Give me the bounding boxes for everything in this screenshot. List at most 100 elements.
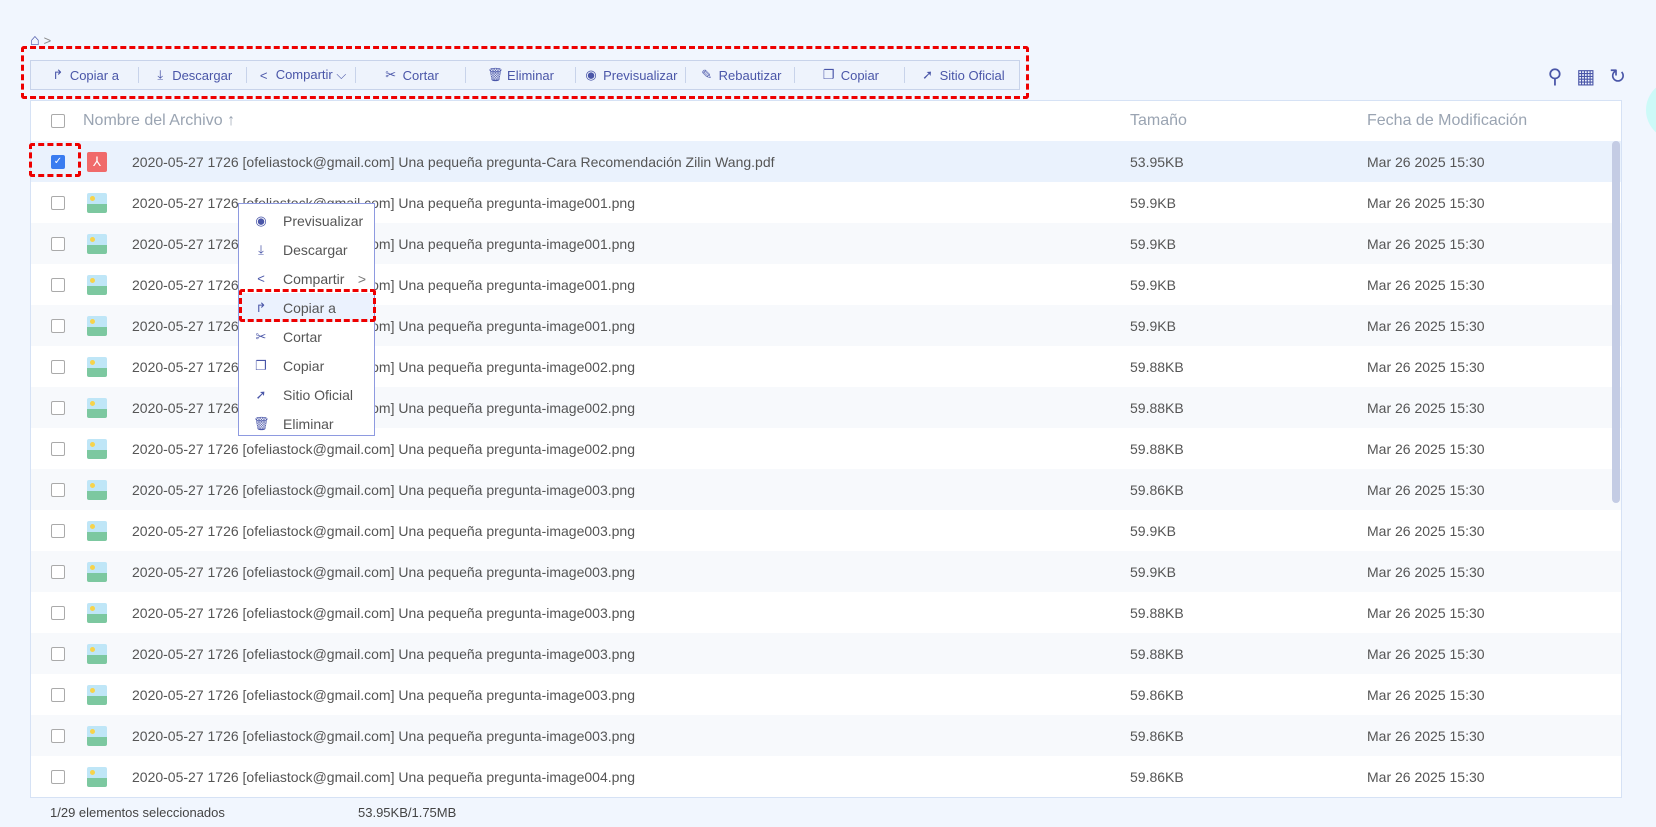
file-size: 59.86KB: [1130, 768, 1184, 785]
grid-view-icon[interactable]: ▦: [1576, 64, 1595, 89]
file-name: 2020-05-27 1726 [ofeliastock@gmail.com] …: [132, 235, 635, 252]
toolbar-highlight: [21, 46, 1029, 99]
menu-icon: ✂: [255, 328, 267, 344]
column-size[interactable]: Tamaño: [1130, 112, 1187, 130]
image-file-icon: [87, 315, 107, 336]
file-date: Mar 26 2025 15:30: [1367, 481, 1485, 498]
row-checkbox[interactable]: [51, 687, 65, 702]
file-date: Mar 26 2025 15:30: [1367, 276, 1485, 293]
row-checkbox[interactable]: [51, 236, 65, 251]
image-file-icon: [87, 602, 107, 623]
selection-status: 1/29 elementos seleccionados: [50, 805, 225, 820]
file-date: Mar 26 2025 15:30: [1367, 399, 1485, 416]
image-file-icon: [87, 643, 107, 664]
file-date: Mar 26 2025 15:30: [1367, 358, 1485, 375]
file-date: Mar 26 2025 15:30: [1367, 686, 1485, 703]
file-date: Mar 26 2025 15:30: [1367, 645, 1485, 662]
file-date: Mar 26 2025 15:30: [1367, 727, 1485, 744]
row-checkbox[interactable]: [51, 318, 65, 333]
table-row[interactable]: 2020-05-27 1726 [ofeliastock@gmail.com] …: [31, 592, 1621, 633]
table-row[interactable]: 2020-05-27 1726 [ofeliastock@gmail.com] …: [31, 510, 1621, 551]
file-date: Mar 26 2025 15:30: [1367, 153, 1485, 170]
file-name: 2020-05-27 1726 [ofeliastock@gmail.com] …: [132, 194, 635, 211]
row-checkbox[interactable]: [51, 195, 65, 210]
file-size: 59.88KB: [1130, 358, 1184, 375]
file-size: 59.88KB: [1130, 604, 1184, 621]
file-date: Mar 26 2025 15:30: [1367, 522, 1485, 539]
row-checkbox[interactable]: [51, 482, 65, 497]
search-icon[interactable]: ⚲: [1548, 64, 1563, 89]
menu-item[interactable]: ✂ Cortar: [239, 322, 374, 351]
menu-label: Descargar: [283, 241, 348, 258]
row-checkbox[interactable]: [51, 441, 65, 456]
image-file-icon: [87, 725, 107, 746]
table-row[interactable]: 2020-05-27 1726 [ofeliastock@gmail.com] …: [31, 674, 1621, 715]
column-name[interactable]: Nombre del Archivo ↑: [83, 112, 235, 130]
size-status: 53.95KB/1.75MB: [358, 805, 457, 820]
refresh-icon[interactable]: ↻: [1609, 64, 1626, 89]
table-row[interactable]: 2020-05-27 1726 [ofeliastock@gmail.com] …: [31, 469, 1621, 510]
image-file-icon: [87, 356, 107, 377]
file-size: 59.9KB: [1130, 522, 1176, 539]
file-date: Mar 26 2025 15:30: [1367, 768, 1485, 785]
row-checkbox[interactable]: [51, 564, 65, 579]
menu-icon: ⤓: [258, 241, 264, 257]
table-header: Nombre del Archivo ↑ Tamaño Fecha de Mod…: [31, 101, 1621, 141]
row-checkbox[interactable]: [51, 277, 65, 292]
view-tools: ⚲ ▦ ↻: [1548, 64, 1626, 89]
table-row[interactable]: 2020-05-27 1726 [ofeliastock@gmail.com] …: [31, 551, 1621, 592]
menu-label: Sitio Oficial: [283, 386, 354, 403]
image-file-icon: [87, 520, 107, 541]
menu-item[interactable]: ◉ Previsualizar: [239, 206, 374, 235]
row-checkbox[interactable]: [51, 646, 65, 661]
menu-icon: ◉: [255, 212, 267, 228]
menu-item[interactable]: ⤓ Descargar: [239, 235, 374, 264]
file-date: Mar 26 2025 15:30: [1367, 235, 1485, 252]
row-checkbox[interactable]: [51, 400, 65, 415]
file-name: 2020-05-27 1726 [ofeliastock@gmail.com] …: [132, 563, 635, 580]
chevron-right-icon: >: [357, 270, 366, 287]
menu-item[interactable]: ➚ Sitio Oficial: [239, 380, 374, 409]
row-checkbox[interactable]: [51, 523, 65, 538]
table-row[interactable]: 2020-05-27 1726 [ofeliastock@gmail.com] …: [31, 715, 1621, 756]
image-file-icon: [87, 192, 107, 213]
row-checkbox[interactable]: [51, 728, 65, 743]
file-size: 59.9KB: [1130, 276, 1176, 293]
row-checkbox[interactable]: [51, 769, 65, 784]
menu-icon: ❐: [255, 357, 267, 373]
table-row[interactable]: ✓ ⅄ 2020-05-27 1726 [ofeliastock@gmail.c…: [31, 141, 1621, 182]
file-name: 2020-05-27 1726 [ofeliastock@gmail.com] …: [132, 645, 635, 662]
file-size: 59.86KB: [1130, 481, 1184, 498]
file-name: 2020-05-27 1726 [ofeliastock@gmail.com] …: [132, 522, 635, 539]
menu-icon: 🗑: [253, 415, 270, 431]
file-name: 2020-05-27 1726 [ofeliastock@gmail.com] …: [132, 358, 635, 375]
row-checkbox[interactable]: [51, 605, 65, 620]
checkbox-highlight: [29, 143, 81, 177]
menu-label: Eliminar: [283, 415, 334, 432]
file-date: Mar 26 2025 15:30: [1367, 440, 1485, 457]
image-file-icon: [87, 397, 107, 418]
menu-item[interactable]: ❐ Copiar: [239, 351, 374, 380]
floating-widget[interactable]: [1646, 80, 1656, 140]
file-name: 2020-05-27 1726 [ofeliastock@gmail.com] …: [132, 686, 635, 703]
file-size: 59.9KB: [1130, 194, 1176, 211]
pdf-file-icon: ⅄: [87, 151, 107, 172]
table-row[interactable]: 2020-05-27 1726 [ofeliastock@gmail.com] …: [31, 756, 1621, 797]
scrollbar[interactable]: [1612, 141, 1620, 503]
file-name: 2020-05-27 1726 [ofeliastock@gmail.com] …: [132, 727, 635, 744]
menu-item[interactable]: 🗑 Eliminar: [239, 409, 374, 438]
file-name: 2020-05-27 1726 [ofeliastock@gmail.com] …: [132, 276, 635, 293]
row-checkbox[interactable]: [51, 359, 65, 374]
image-file-icon: [87, 479, 107, 500]
menu-icon: <: [257, 271, 265, 286]
file-size: 53.95KB: [1130, 153, 1184, 170]
table-row[interactable]: 2020-05-27 1726 [ofeliastock@gmail.com] …: [31, 633, 1621, 674]
image-file-icon: [87, 438, 107, 459]
column-date[interactable]: Fecha de Modificación: [1367, 112, 1527, 130]
file-size: 59.86KB: [1130, 727, 1184, 744]
select-all-checkbox[interactable]: [51, 114, 65, 128]
menu-icon: ➚: [255, 386, 267, 402]
menu-label: Previsualizar: [283, 212, 364, 229]
file-size: 59.88KB: [1130, 645, 1184, 662]
file-name: 2020-05-27 1726 [ofeliastock@gmail.com] …: [132, 317, 635, 334]
